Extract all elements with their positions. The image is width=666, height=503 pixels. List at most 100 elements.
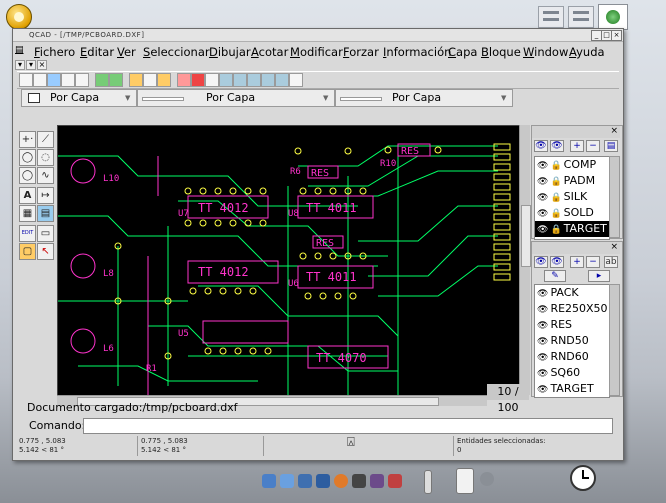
- canvas-vertical-scrollbar[interactable]: [519, 125, 531, 395]
- menu-modificar[interactable]: Modificar: [290, 45, 343, 59]
- eye-icon[interactable]: 👁: [537, 337, 548, 347]
- mdi-close-button[interactable]: ×: [37, 60, 47, 70]
- zoom-pan-icon[interactable]: [289, 73, 303, 87]
- menu-capa[interactable]: Capa: [448, 45, 477, 59]
- eye-icon[interactable]: 👁: [537, 305, 548, 315]
- command-input[interactable]: [83, 418, 613, 434]
- remove-layer-icon[interactable]: −: [586, 140, 600, 152]
- circle-tool-icon[interactable]: ◌: [37, 149, 54, 166]
- eye-icon[interactable]: 👁: [537, 225, 548, 235]
- line-tool-icon[interactable]: ⟋: [37, 131, 54, 148]
- eye-icon[interactable]: 👁: [537, 353, 548, 363]
- desktop-window-icon[interactable]: [568, 6, 594, 28]
- ellipse-tool-icon[interactable]: ◯: [19, 167, 36, 184]
- menu-window[interactable]: Window: [523, 45, 568, 59]
- drawing-canvas[interactable]: RES RES RES TT 4012 TT 4012 TT 4011 TT 4…: [57, 125, 521, 397]
- hide-all-blocks-icon[interactable]: 👁: [550, 256, 564, 268]
- layer-item-target[interactable]: 👁 🔒 TARGET: [535, 221, 609, 237]
- zoom-previous-icon[interactable]: [261, 73, 275, 87]
- zoom-window-icon[interactable]: [275, 73, 289, 87]
- app-dock-icon[interactable]: [370, 474, 384, 488]
- eye-icon[interactable]: 👁: [537, 321, 548, 331]
- insert-block-icon[interactable]: ▸: [588, 270, 610, 282]
- zoom-out-icon[interactable]: [233, 73, 247, 87]
- block-item-re250x50[interactable]: 👁 RE250X50: [535, 301, 609, 317]
- zoom-in-icon[interactable]: [219, 73, 233, 87]
- undo-icon[interactable]: [95, 73, 109, 87]
- close-button[interactable]: ×: [611, 30, 622, 41]
- hatch-tool-icon[interactable]: ▦: [19, 205, 36, 222]
- edit-tool-icon[interactable]: EDIT: [19, 225, 36, 242]
- menu-fichero[interactable]: Fichero: [34, 45, 75, 59]
- print-icon[interactable]: [61, 73, 75, 87]
- app-dock-icon[interactable]: [280, 474, 294, 488]
- eye-icon[interactable]: 👁: [537, 161, 548, 171]
- menu-editar[interactable]: Editar: [80, 45, 114, 59]
- zoom-auto-icon[interactable]: [247, 73, 261, 87]
- app-dock-icon[interactable]: [316, 474, 330, 488]
- app-dock-icon[interactable]: [352, 474, 366, 488]
- width-combo[interactable]: Por Capa ▼: [137, 89, 335, 107]
- arc-tool-icon[interactable]: ◯: [19, 149, 36, 166]
- app-dock-icon[interactable]: [262, 474, 276, 488]
- show-all-blocks-icon[interactable]: 👁: [534, 256, 548, 268]
- save-icon[interactable]: [47, 73, 61, 87]
- show-all-layers-icon[interactable]: 👁: [534, 140, 548, 152]
- dimension-tool-icon[interactable]: ↦: [37, 187, 54, 204]
- hide-all-layers-icon[interactable]: 👁: [550, 140, 564, 152]
- color-combo[interactable]: Por Capa ▼: [21, 89, 137, 107]
- edit-block-icon[interactable]: ✎: [544, 270, 566, 282]
- lock-icon[interactable]: 🔒: [550, 177, 561, 187]
- thermometer-icon[interactable]: [424, 470, 432, 494]
- layer-item-sold[interactable]: 👁 🔒 SOLD: [535, 205, 609, 221]
- paste-icon[interactable]: [157, 73, 171, 87]
- select-tool-icon[interactable]: ↖: [37, 243, 54, 260]
- cut-icon[interactable]: [129, 73, 143, 87]
- block-item-res[interactable]: 👁 RES: [535, 317, 609, 333]
- close-icon[interactable]: ×: [610, 242, 618, 252]
- add-layer-icon[interactable]: +: [570, 140, 584, 152]
- app-dock-icon[interactable]: [334, 474, 348, 488]
- layer-item-padm[interactable]: 👁 🔒 PADM: [535, 173, 609, 189]
- menu-forzar[interactable]: Forzar: [343, 45, 379, 59]
- block-item-rnd50[interactable]: 👁 RND50: [535, 333, 609, 349]
- measure-tool-icon[interactable]: ▭: [37, 225, 54, 242]
- block-tool-icon[interactable]: ▢: [19, 243, 36, 260]
- desktop-window-icon[interactable]: [538, 6, 564, 28]
- eye-icon[interactable]: 👁: [537, 289, 548, 299]
- edit-layer-icon[interactable]: ▤: [604, 140, 618, 152]
- desktop-menu-logo-icon[interactable]: [6, 4, 32, 30]
- desktop-active-app-icon[interactable]: [598, 4, 628, 30]
- doc-icon[interactable]: ▤: [15, 45, 24, 55]
- image-tool-icon[interactable]: ▤: [37, 205, 54, 222]
- text-tool-icon[interactable]: A: [19, 187, 36, 204]
- menu-bloque[interactable]: Bloque: [481, 45, 521, 59]
- eye-icon[interactable]: 👁: [537, 385, 548, 395]
- block-item-rnd60[interactable]: 👁 RND60: [535, 349, 609, 365]
- new-file-icon[interactable]: [19, 73, 33, 87]
- print-preview-icon[interactable]: [75, 73, 89, 87]
- app-dock-icon[interactable]: [388, 474, 402, 488]
- linetype-combo[interactable]: Por Capa ▼: [335, 89, 513, 107]
- menu-seleccionar[interactable]: Seleccionar: [143, 45, 210, 59]
- mdi-restore-button[interactable]: ▾: [26, 60, 36, 70]
- redraw-icon[interactable]: [205, 73, 219, 87]
- eye-icon[interactable]: 👁: [537, 177, 548, 187]
- open-file-icon[interactable]: [33, 73, 47, 87]
- copy-icon[interactable]: [143, 73, 157, 87]
- draft-icon[interactable]: [191, 73, 205, 87]
- add-block-icon[interactable]: +: [570, 256, 584, 268]
- menu-dibujar[interactable]: Dibujar: [209, 45, 251, 59]
- app-dock-icon[interactable]: [298, 474, 312, 488]
- rename-block-icon[interactable]: ab: [604, 256, 618, 268]
- block-item-pack[interactable]: 👁 PACK: [535, 285, 609, 301]
- app-dock-icon[interactable]: [480, 472, 494, 486]
- block-list-scrollbar[interactable]: [609, 284, 620, 396]
- lock-icon[interactable]: 🔒: [550, 209, 561, 219]
- eye-icon[interactable]: 👁: [537, 369, 548, 379]
- remove-block-icon[interactable]: −: [586, 256, 600, 268]
- point-tool-icon[interactable]: +·: [19, 131, 36, 148]
- lock-icon[interactable]: 🔒: [550, 225, 561, 235]
- close-icon[interactable]: ×: [610, 126, 618, 136]
- lock-icon[interactable]: 🔒: [550, 161, 561, 171]
